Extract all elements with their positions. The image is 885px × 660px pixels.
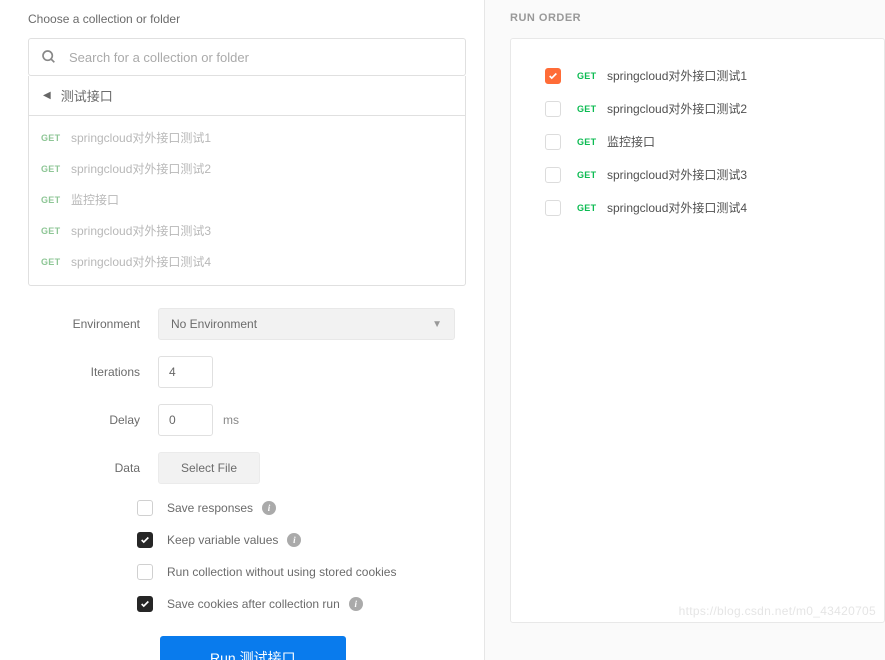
order-item[interactable]: GET springcloud对外接口测试4 [531,191,864,224]
order-name: springcloud对外接口测试2 [607,100,747,117]
request-item[interactable]: GET springcloud对外接口测试2 [29,153,465,184]
left-panel: Choose a collection or folder ◀ 测试接口 GET… [0,0,485,660]
search-box[interactable] [28,38,466,76]
save-cookies-label: Save cookies after collection run [167,597,340,611]
request-name: springcloud对外接口测试1 [71,129,211,146]
iterations-input[interactable] [158,356,213,388]
settings-section: Environment No Environment ▼ Iterations … [28,308,466,660]
method-badge: GET [577,71,607,81]
delay-label: Delay [28,413,158,427]
order-item[interactable]: GET springcloud对外接口测试1 [531,59,864,92]
search-icon [41,49,57,65]
request-name: springcloud对外接口测试2 [71,160,211,177]
environment-value: No Environment [171,317,257,331]
run-button[interactable]: Run 测试接口 [160,636,346,660]
order-name: springcloud对外接口测试4 [607,199,747,216]
request-item[interactable]: GET springcloud对外接口测试3 [29,215,465,246]
caret-down-icon: ▼ [432,319,442,330]
request-name: springcloud对外接口测试4 [71,253,211,270]
request-item[interactable]: GET 监控接口 [29,184,465,215]
request-name: springcloud对外接口测试3 [71,222,211,239]
info-icon[interactable]: i [349,597,363,611]
method-badge: GET [41,226,69,236]
method-badge: GET [41,195,69,205]
method-badge: GET [41,133,69,143]
keep-vars-label: Keep variable values [167,533,278,547]
collection-header[interactable]: ◀ 测试接口 [28,76,466,116]
order-checkbox[interactable] [545,68,561,84]
method-badge: GET [41,164,69,174]
collapse-arrow-icon: ◀ [43,90,51,101]
collection-name: 测试接口 [61,86,113,105]
order-name: 监控接口 [607,133,655,150]
method-badge: GET [577,104,607,114]
environment-select[interactable]: No Environment ▼ [158,308,455,340]
method-badge: GET [41,257,69,267]
keep-vars-checkbox[interactable] [137,532,153,548]
search-input[interactable] [69,50,453,65]
order-name: springcloud对外接口测试1 [607,67,747,84]
right-panel: RUN ORDER GET springcloud对外接口测试1 GET spr… [485,0,885,660]
no-cookies-checkbox[interactable] [137,564,153,580]
request-item[interactable]: GET springcloud对外接口测试4 [29,246,465,277]
choose-collection-title: Choose a collection or folder [28,12,466,26]
method-badge: GET [577,203,607,213]
order-item[interactable]: GET 监控接口 [531,125,864,158]
order-item[interactable]: GET springcloud对外接口测试3 [531,158,864,191]
order-checkbox[interactable] [545,134,561,150]
request-name: 监控接口 [71,191,119,208]
info-icon[interactable]: i [262,501,276,515]
save-responses-checkbox[interactable] [137,500,153,516]
save-cookies-checkbox[interactable] [137,596,153,612]
watermark: https://blog.csdn.net/m0_43420705 [679,604,876,618]
environment-label: Environment [28,317,158,331]
method-badge: GET [577,170,607,180]
delay-unit: ms [223,413,239,427]
order-checkbox[interactable] [545,200,561,216]
request-list: GET springcloud对外接口测试1 GET springcloud对外… [28,116,466,286]
save-responses-label: Save responses [167,501,253,515]
run-order-header: RUN ORDER [510,12,885,24]
no-cookies-label: Run collection without using stored cook… [167,565,396,579]
request-item[interactable]: GET springcloud对外接口测试1 [29,122,465,153]
iterations-label: Iterations [28,365,158,379]
method-badge: GET [577,137,607,147]
order-checkbox[interactable] [545,101,561,117]
run-order-box: GET springcloud对外接口测试1 GET springcloud对外… [510,38,885,623]
data-label: Data [28,461,158,475]
order-item[interactable]: GET springcloud对外接口测试2 [531,92,864,125]
order-name: springcloud对外接口测试3 [607,166,747,183]
order-checkbox[interactable] [545,167,561,183]
info-icon[interactable]: i [287,533,301,547]
delay-input[interactable] [158,404,213,436]
select-file-button[interactable]: Select File [158,452,260,484]
